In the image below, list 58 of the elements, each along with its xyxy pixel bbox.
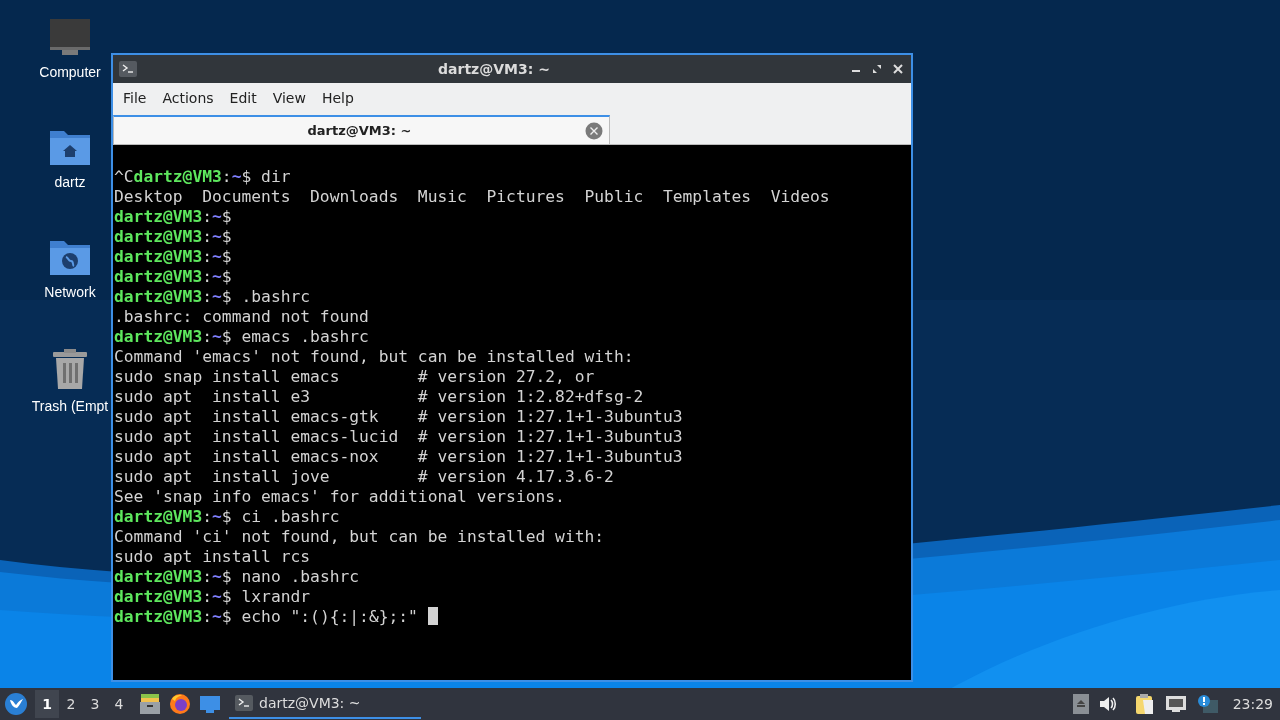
terminal-line: sudo snap install emacs # version 27.2, or — [114, 367, 596, 387]
browser-icon[interactable] — [169, 693, 191, 715]
network-icon[interactable] — [1164, 695, 1187, 713]
terminal-line: dartz@VM3:~$ .bashrc — [114, 287, 312, 307]
terminal-line: sudo apt install jove # version 4.17.3.6-2 — [114, 467, 615, 487]
terminal-line: dartz@VM3:~$ lxrandr — [114, 587, 312, 607]
eject-icon[interactable] — [1072, 694, 1089, 714]
terminal-icon — [119, 61, 137, 77]
maximize-icon[interactable] — [872, 64, 882, 74]
terminal-line: dartz@VM3:~$ ci .bashrc — [114, 507, 341, 527]
menu-item[interactable]: Actions — [154, 86, 222, 110]
terminal-line: sudo apt install rcs — [114, 547, 312, 567]
menu-item[interactable]: View — [264, 86, 314, 110]
menu-item[interactable]: File — [115, 86, 155, 110]
desktop-icon[interactable] — [199, 694, 221, 714]
terminal-line: Desktop Documents Downloads Music Pictures Public Templates Videos — [114, 187, 831, 207]
terminal-line: sudo apt install emacs-gtk # version 1:27.1+1-3ubuntu3 — [114, 407, 684, 427]
network-folder-icon[interactable] — [49, 238, 91, 276]
terminal-line: sudo apt install emacs-nox # version 1:27.1+1-3ubuntu3 — [114, 447, 684, 467]
menu-item[interactable]: Edit — [221, 86, 265, 110]
terminal-line: Command 'ci' not found, but can be installed with: — [114, 527, 606, 547]
workspace-button[interactable]: 2 — [59, 690, 83, 718]
clipboard-icon[interactable] — [1134, 693, 1155, 715]
terminal-line: See 'snap info emacs' for additional versions. — [114, 487, 566, 507]
terminal-line: ^Cdartz@VM3:~$ dir — [114, 167, 292, 187]
monitor-icon[interactable] — [49, 18, 91, 56]
terminal-line: dartz@VM3:~$ — [114, 247, 233, 267]
close-tab-icon[interactable] — [585, 121, 603, 140]
terminal-line: Command 'emacs' not found, but can be installed with: — [114, 347, 635, 367]
window-title: dartz@VM3: ~ — [437, 61, 551, 77]
taskbar-button[interactable]: dartz@VM3: ~ — [229, 689, 421, 719]
workspace-button[interactable]: 1 — [35, 690, 59, 718]
terminal-line: dartz@VM3:~$ — [114, 207, 233, 227]
terminal-line: dartz@VM3:~$ — [114, 227, 233, 247]
workspace-button[interactable]: 3 — [83, 690, 107, 718]
home-folder-icon[interactable] — [49, 128, 91, 166]
trash-icon[interactable] — [51, 348, 89, 390]
terminal-line: dartz@VM3:~$ — [114, 267, 233, 287]
desktop-icon-label: Network — [44, 284, 96, 300]
volume-icon[interactable] — [1098, 695, 1117, 713]
file-cabinet-icon[interactable] — [139, 693, 161, 715]
menu-item[interactable]: Help — [313, 86, 362, 110]
terminal-line: sudo apt install e3 # version 1:2.82+dfsg-2 — [114, 387, 645, 407]
workspace-button[interactable]: 4 — [107, 690, 131, 718]
terminal-line: dartz@VM3:~$ nano .bashrc — [114, 567, 361, 587]
close-icon[interactable] — [893, 64, 903, 74]
tab[interactable]: dartz@VM3: ~ — [113, 115, 610, 144]
terminal-line: .bashrc: command not found — [114, 307, 370, 327]
notification-icon[interactable] — [1196, 694, 1219, 714]
terminal-line: dartz@VM3:~$ emacs .bashrc — [114, 327, 370, 347]
desktop-icon-label: Computer — [39, 64, 101, 80]
terminal-line: dartz@VM3:~$ echo ":(){:|:&};:" — [114, 607, 910, 627]
desktop-icon-label: dartz — [54, 174, 86, 190]
app-menu-icon[interactable] — [5, 693, 27, 715]
terminal-icon — [235, 695, 253, 711]
clock: 23:29 — [1232, 696, 1273, 712]
terminal-line: sudo apt install emacs-lucid # version 1:27.1+1-3ubuntu3 — [114, 427, 684, 447]
desktop-icon-label: Trash (Empt — [31, 398, 109, 414]
